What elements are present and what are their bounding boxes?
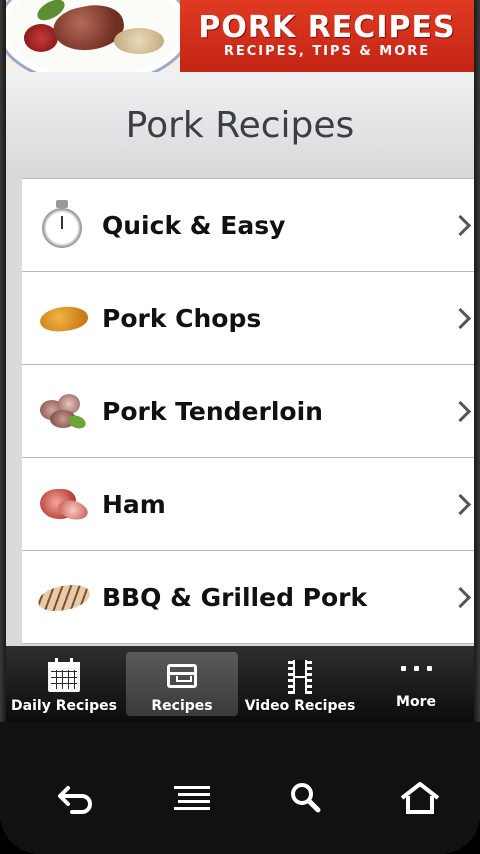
banner-brand: PORK RECIPES RECIPES, TIPS & MORE [180, 0, 474, 72]
search-icon [291, 783, 321, 813]
banner-title: PORK RECIPES [198, 10, 456, 45]
tab-label: More [396, 694, 436, 710]
system-navigation-bar [0, 722, 480, 854]
recipe-category-list: Quick & Easy Pork Chops Pork Tenderloin [22, 178, 474, 644]
bottom-tab-bar: Daily Recipes Recipes Video Recipes More [6, 646, 474, 722]
tab-more[interactable]: More [358, 646, 474, 722]
list-item-quick-easy[interactable]: Quick & Easy [22, 179, 474, 272]
side-dish-image [114, 28, 164, 54]
tenderloin-icon [38, 386, 94, 436]
grilled-pork-icon [36, 572, 94, 622]
more-dots-icon [399, 658, 433, 678]
list-item-ham[interactable]: Ham [22, 458, 474, 551]
banner-food-photo [6, 0, 180, 72]
tab-label: Recipes [151, 698, 213, 714]
home-icon [400, 782, 440, 814]
stopwatch-icon [38, 200, 94, 250]
page-title: Pork Recipes [6, 72, 474, 178]
search-button[interactable] [278, 776, 334, 820]
list-item-pork-tenderloin[interactable]: Pork Tenderloin [22, 365, 474, 458]
menu-button[interactable] [164, 776, 220, 820]
list-item-pork-chops[interactable]: Pork Chops [22, 272, 474, 365]
tab-daily-recipes[interactable]: Daily Recipes [6, 646, 122, 722]
tab-label: Daily Recipes [11, 698, 117, 714]
tab-video-recipes[interactable]: Video Recipes [242, 646, 358, 722]
film-strip-icon [283, 658, 317, 694]
calendar-icon [47, 658, 81, 694]
list-item-label: Ham [102, 489, 166, 519]
tab-recipes[interactable]: Recipes [125, 652, 239, 716]
list-item-label: Pork Tenderloin [102, 396, 323, 426]
inbox-tray-icon [165, 658, 199, 694]
list-item-bbq-grilled-pork[interactable]: BBQ & Grilled Pork [22, 551, 474, 644]
app-banner[interactable]: PORK RECIPES RECIPES, TIPS & MORE [6, 0, 474, 72]
app-screen: PORK RECIPES RECIPES, TIPS & MORE Pork R… [6, 0, 474, 722]
device-frame: PORK RECIPES RECIPES, TIPS & MORE Pork R… [0, 0, 480, 854]
ham-icon [38, 479, 94, 529]
home-button[interactable] [392, 776, 448, 820]
menu-icon [174, 786, 210, 810]
back-icon [58, 786, 92, 814]
banner-subtitle: RECIPES, TIPS & MORE [223, 44, 431, 59]
back-button[interactable] [48, 776, 104, 820]
list-item-label: Pork Chops [102, 303, 262, 333]
list-item-label: BBQ & Grilled Pork [102, 582, 368, 612]
tab-label: Video Recipes [244, 698, 356, 714]
list-item-label: Quick & Easy [102, 210, 286, 240]
pork-chop-icon [38, 293, 94, 343]
